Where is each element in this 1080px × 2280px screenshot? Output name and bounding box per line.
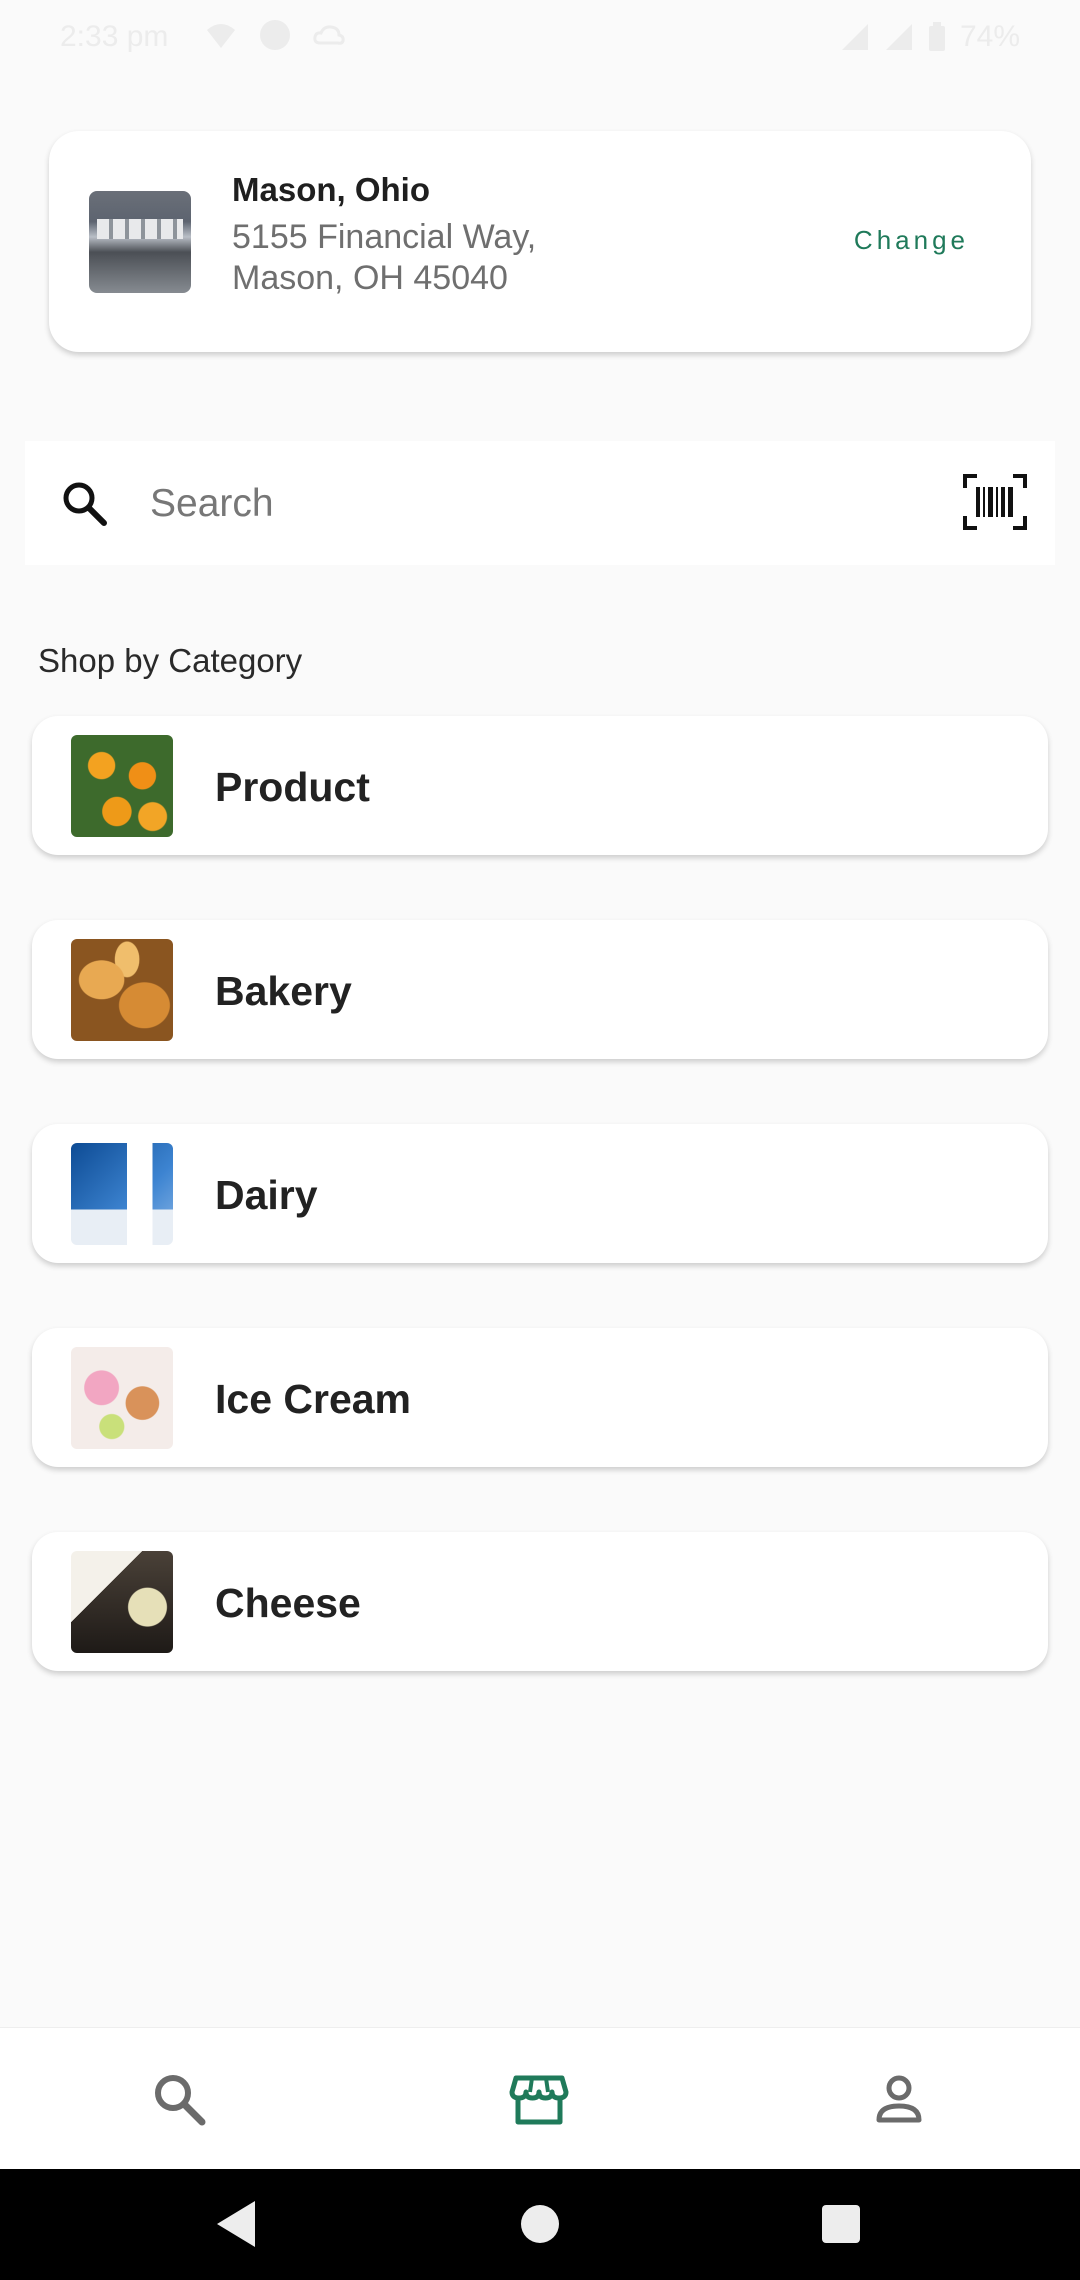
store-awning xyxy=(97,219,183,239)
barcode-scan-icon[interactable] xyxy=(963,474,1027,530)
category-list: Product Bakery Dairy Ice Cream Cheese xyxy=(32,716,1048,1736)
status-bar: 2:33 pm 74% xyxy=(0,0,1080,76)
store-address-line1: 5155 Financial Way, xyxy=(232,218,537,256)
home-icon[interactable] xyxy=(521,2205,559,2243)
nav-search-icon[interactable] xyxy=(148,2068,210,2130)
search-icon xyxy=(63,482,107,526)
wifi-icon xyxy=(207,24,235,48)
category-label: Bakery xyxy=(215,968,352,1014)
category-item-cheese[interactable]: Cheese xyxy=(32,1532,1048,1671)
change-store-button[interactable]: Change xyxy=(854,225,969,256)
category-image-ice-cream xyxy=(71,1347,173,1449)
shop-by-category-title: Shop by Category xyxy=(38,642,303,679)
nav-profile-icon[interactable] xyxy=(868,2068,930,2130)
category-label: Product xyxy=(215,764,370,810)
system-nav-bar xyxy=(0,2169,1080,2280)
app-notification-icon xyxy=(260,20,290,50)
category-image-bakery xyxy=(71,939,173,1041)
category-label: Dairy xyxy=(215,1172,318,1218)
store-address: 5155 Financial Way, Mason, OH 45040 xyxy=(232,217,536,299)
signal-icon xyxy=(841,24,868,50)
nav-store-icon[interactable] xyxy=(508,2068,570,2130)
category-item-product[interactable]: Product xyxy=(32,716,1048,855)
category-label: Cheese xyxy=(215,1580,361,1626)
store-address-line2: Mason, OH 45040 xyxy=(232,259,508,297)
store-card: Mason, Ohio 5155 Financial Way, Mason, O… xyxy=(49,131,1031,352)
status-system-icons: 74% xyxy=(840,20,1020,54)
recent-apps-icon[interactable] xyxy=(822,2205,860,2243)
category-item-dairy[interactable]: Dairy xyxy=(32,1124,1048,1263)
category-image-cheese xyxy=(71,1551,173,1653)
search-input[interactable] xyxy=(148,469,932,539)
battery-icon xyxy=(928,22,945,51)
store-city: Mason, Ohio xyxy=(232,171,430,208)
battery-percent: 74% xyxy=(959,20,1020,53)
bottom-nav xyxy=(0,2027,1080,2170)
category-image-dairy xyxy=(71,1143,173,1245)
store-image xyxy=(89,191,191,293)
cloud-icon xyxy=(313,25,345,45)
category-label: Ice Cream xyxy=(215,1376,412,1422)
search-bar xyxy=(25,441,1055,565)
category-item-ice-cream[interactable]: Ice Cream xyxy=(32,1328,1048,1467)
status-notification-icons xyxy=(204,20,346,50)
status-time: 2:33 pm xyxy=(60,20,169,53)
category-image-product xyxy=(71,735,173,837)
category-item-bakery[interactable]: Bakery xyxy=(32,920,1048,1059)
back-icon[interactable] xyxy=(217,2201,255,2247)
signal-icon-2 xyxy=(885,24,912,50)
